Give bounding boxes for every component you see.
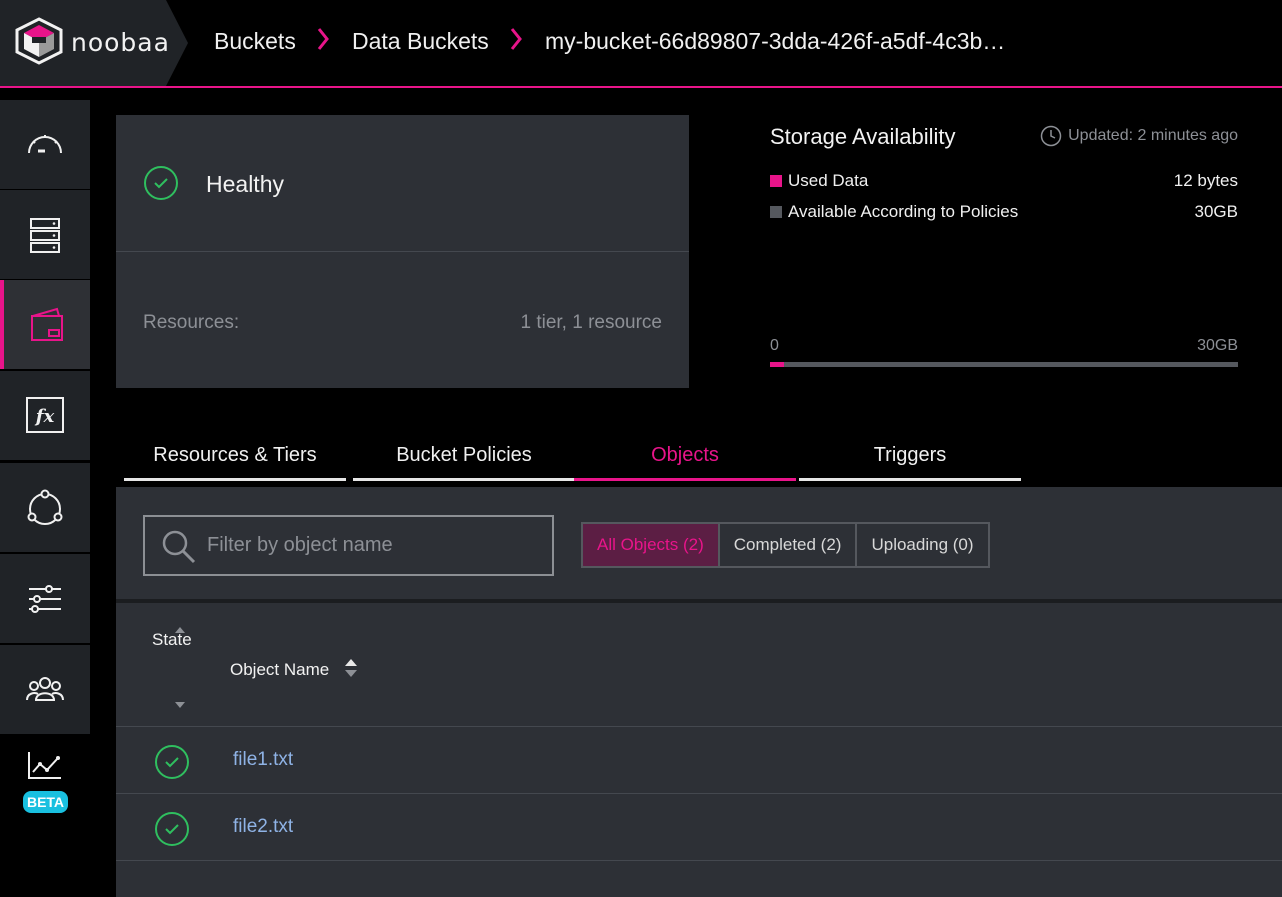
sidebar-item-resources[interactable] [0, 190, 90, 279]
storage-availability: Storage Availability Updated: 2 minutes … [770, 121, 1238, 371]
breadcrumb-data-buckets[interactable]: Data Buckets [352, 28, 489, 55]
objects-panel: All Objects (2) Completed (2) Uploading … [116, 487, 1282, 897]
tab-resources-tiers[interactable]: Resources & Tiers [124, 438, 346, 481]
bar-axis-max: 30GB [1197, 337, 1238, 354]
legend-label: Used Data [788, 171, 869, 190]
legend-swatch [770, 206, 782, 218]
column-header-object-name[interactable]: Object Name [230, 660, 329, 680]
functions-fx-icon: fx [26, 396, 64, 433]
completed-check-icon [155, 812, 189, 846]
legend-value: 12 bytes [1173, 171, 1238, 190]
clock-icon [1040, 125, 1062, 147]
resources-server-icon [30, 217, 60, 253]
tab-bucket-policies[interactable]: Bucket Policies [353, 438, 575, 481]
filter-completed[interactable]: Completed (2) [720, 524, 858, 566]
search-box [143, 515, 554, 576]
legend-used-data: Used Data 12 bytes [770, 171, 1238, 193]
buckets-wallet-icon [31, 307, 63, 341]
analytics-chart-icon [28, 751, 61, 779]
updated-text: Updated: 2 minutes ago [1068, 127, 1238, 144]
bucket-summary-card: Healthy Resources: 1 tier, 1 resource [116, 115, 689, 388]
top-header: noobaa Buckets Data Buckets my-bucket-66… [0, 0, 1282, 88]
settings-sliders-icon [29, 584, 61, 613]
sort-up-icon[interactable] [174, 626, 186, 634]
object-state-filter: All Objects (2) Completed (2) Uploading … [581, 522, 990, 568]
dashboard-gauge-icon [28, 134, 62, 153]
sort-toggle-icon[interactable] [344, 657, 358, 679]
main-content: Healthy Resources: 1 tier, 1 resource St… [90, 88, 1282, 897]
tab-triggers[interactable]: Triggers [799, 438, 1021, 481]
storage-usage-bar [770, 362, 1238, 367]
objects-filter-bar: All Objects (2) Completed (2) Uploading … [116, 487, 1282, 603]
noobaa-logo-icon [15, 17, 63, 65]
sidebar-item-buckets[interactable] [0, 280, 90, 369]
chevron-right-icon [317, 28, 329, 50]
chevron-right-icon [510, 28, 522, 50]
legend-label: Available According to Policies [788, 202, 1019, 221]
filter-uploading[interactable]: Uploading (0) [857, 524, 987, 566]
completed-check-icon [155, 745, 189, 779]
sidebar-item-management[interactable] [0, 554, 90, 643]
bar-axis-min: 0 [770, 337, 779, 354]
legend-swatch [770, 175, 782, 187]
sort-down-icon[interactable] [174, 701, 186, 709]
svg-text:fx: fx [34, 406, 55, 427]
healthy-check-icon [144, 166, 178, 200]
breadcrumb-current-bucket: my-bucket-66d89807-3dda-426f-a5df-4c3b… [545, 28, 1006, 54]
sidebar-nav: fx BETA [0, 88, 90, 897]
object-name-link[interactable]: file2.txt [233, 816, 293, 838]
table-row: file2.txt [116, 794, 1282, 861]
storage-usage-fill [770, 362, 785, 367]
accounts-users-icon [26, 676, 64, 701]
beta-badge: BETA [23, 791, 68, 813]
filter-all-objects[interactable]: All Objects (2) [583, 524, 720, 566]
legend-available: Available According to Policies 30GB [770, 202, 1238, 224]
breadcrumb-buckets[interactable]: Buckets [214, 28, 296, 55]
sidebar-item-cluster[interactable] [0, 463, 90, 552]
logo-text: noobaa [71, 28, 170, 57]
health-section: Healthy [116, 115, 689, 252]
object-name-filter-input[interactable] [207, 517, 542, 574]
health-status: Healthy [206, 171, 284, 197]
legend-value: 30GB [1194, 202, 1238, 221]
sidebar-item-accounts[interactable] [0, 645, 90, 734]
table-row: file1.txt [116, 727, 1282, 794]
search-icon [162, 530, 196, 564]
cluster-nodes-icon [27, 489, 63, 525]
resources-label: Resources: [143, 312, 240, 333]
storage-title: Storage Availability [770, 124, 956, 149]
resources-value: 1 tier, 1 resource [520, 312, 662, 333]
object-name-link[interactable]: file1.txt [233, 749, 293, 771]
updated-timestamp: Updated: 2 minutes ago [1040, 125, 1238, 147]
sidebar-item-overview[interactable] [0, 100, 90, 189]
tab-objects[interactable]: Objects [574, 438, 796, 481]
logo[interactable]: noobaa [0, 0, 188, 86]
sidebar-item-functions[interactable]: fx [0, 371, 90, 460]
